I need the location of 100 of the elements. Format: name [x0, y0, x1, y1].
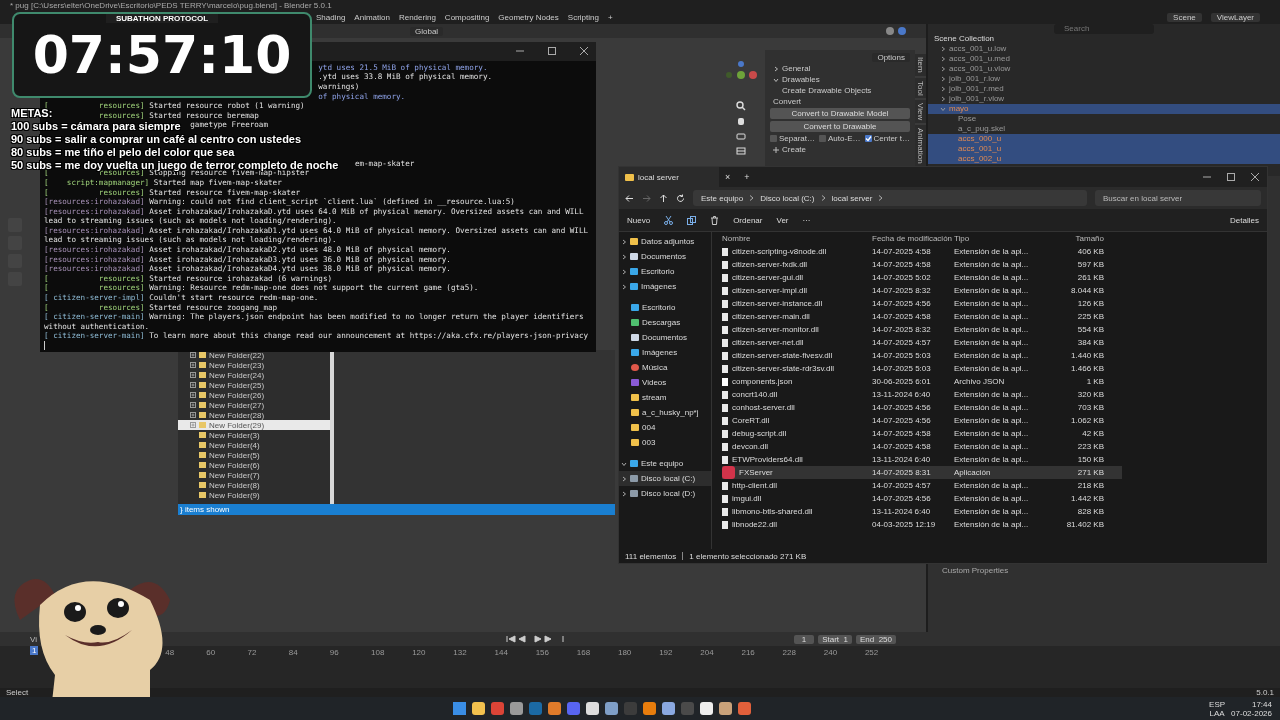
- workspace-tab[interactable]: Animation: [354, 13, 390, 22]
- checkbox[interactable]: [770, 135, 777, 142]
- app-icon[interactable]: [585, 702, 599, 715]
- folder-row[interactable]: New Folder(29): [178, 420, 330, 430]
- outliner-item[interactable]: jolb_001_r.low: [949, 74, 1001, 84]
- nav-item[interactable]: Documentos: [642, 333, 687, 342]
- frame-field[interactable]: 1: [793, 634, 815, 644]
- folder-row[interactable]: New Folder(6): [178, 460, 330, 470]
- file-row[interactable]: ETWProviders64.dll 13-11-2024 6:40 Extensión de la apl... 150 KB: [722, 453, 1122, 466]
- close-icon[interactable]: [1251, 173, 1259, 181]
- convert-button[interactable]: Convert to Drawable: [770, 121, 910, 132]
- nav-item[interactable]: Música: [642, 363, 668, 372]
- more-button[interactable]: ···: [802, 215, 811, 225]
- folder-row[interactable]: New Folder(28): [178, 410, 330, 420]
- new-tab-button[interactable]: +: [736, 172, 758, 182]
- column-header[interactable]: Fecha de modificación: [872, 234, 954, 243]
- folder-item[interactable]: New Folder(23): [209, 360, 265, 370]
- file-row[interactable]: libnode22.dll 04-03-2025 12:19 Extensión de la apl... 81.402 KB: [722, 518, 1122, 531]
- file-name[interactable]: citizen-server-state-rdr3sv.dll: [732, 364, 835, 373]
- app-icon[interactable]: [509, 702, 523, 715]
- folder-item[interactable]: New Folder(8): [209, 480, 260, 490]
- expand-icon[interactable]: [190, 412, 196, 418]
- file-name[interactable]: devcon.dll: [732, 442, 769, 451]
- chevron-icon[interactable]: [621, 238, 627, 245]
- chevron-icon[interactable]: [940, 86, 946, 92]
- file-row[interactable]: http-client.dll 14-07-2025 4:57 Extensión de la apl... 218 KB: [722, 479, 1122, 492]
- panel-header[interactable]: Drawables: [782, 75, 820, 84]
- sidebar-tab[interactable]: Animation: [915, 125, 926, 168]
- details-button[interactable]: Detalles: [1230, 215, 1259, 225]
- file-name[interactable]: CoreRT.dll: [732, 416, 770, 425]
- sidebar-tab[interactable]: Tool: [915, 77, 926, 99]
- column-header[interactable]: Tamaño: [1054, 234, 1104, 243]
- folder-item[interactable]: New Folder(9): [209, 490, 260, 500]
- outliner-item[interactable]: Pose: [958, 114, 977, 124]
- view-menu[interactable]: Vi: [30, 634, 37, 644]
- nav-item[interactable]: 004: [642, 423, 656, 432]
- breadcrumb-item[interactable]: Disco local (C:): [760, 193, 815, 203]
- folder-item[interactable]: New Folder(26): [209, 390, 265, 400]
- folder-item[interactable]: New Folder(5): [209, 450, 260, 460]
- breadcrumb-item[interactable]: local server: [831, 193, 873, 203]
- create-button[interactable]: Create: [782, 145, 806, 154]
- outliner-item[interactable]: accs_001_u.vlow: [949, 64, 1011, 74]
- outliner-row[interactable]: jolb_001_r.vlow: [928, 94, 1280, 104]
- file-row[interactable]: debug-script.dll 14-07-2025 4:58 Extensión de la apl... 42 KB: [722, 427, 1122, 440]
- close-icon[interactable]: [580, 47, 588, 56]
- outliner-item[interactable]: jolb_001_r.vlow: [949, 94, 1005, 104]
- folder-row[interactable]: New Folder(24): [178, 370, 330, 380]
- folder-tab[interactable]: local server: [619, 167, 719, 187]
- nav-item[interactable]: Videos: [642, 378, 667, 387]
- new-button[interactable]: Nuevo: [627, 215, 651, 225]
- folder-row[interactable]: New Folder(22): [178, 350, 330, 360]
- chevron-icon[interactable]: [773, 65, 779, 72]
- up-arrow-icon[interactable]: [659, 193, 668, 203]
- clock-date[interactable]: 07-02-2026: [1231, 708, 1272, 718]
- outliner-item[interactable]: jolb_001_r.med: [949, 84, 1004, 94]
- file-name[interactable]: citizen-server-monitor.dll: [732, 325, 819, 334]
- nav-item[interactable]: a_c_husky_np*j: [642, 408, 699, 417]
- workspace-tab[interactable]: Rendering: [398, 13, 436, 22]
- chevron-icon[interactable]: [621, 283, 627, 290]
- file-row[interactable]: CoreRT.dll 14-07-2025 4:56 Extensión de la apl... 1.062 KB: [722, 414, 1122, 427]
- app-icon[interactable]: [699, 702, 713, 715]
- nav-item[interactable]: Este equipo: [641, 459, 684, 468]
- nav-item[interactable]: Imágenes: [642, 348, 678, 357]
- file-row[interactable]: citizen-server-instance.dll 14-07-2025 4:56 Extensión de la apl... 126 KB: [722, 297, 1122, 310]
- outliner-item[interactable]: accs_001_u.med: [949, 54, 1010, 64]
- chevron-icon[interactable]: [621, 268, 627, 275]
- column-header[interactable]: Tipo: [954, 234, 1054, 243]
- file-name[interactable]: libnode22.dll: [732, 520, 777, 529]
- file-name[interactable]: citizen-server-gui.dll: [732, 273, 804, 282]
- folder-row[interactable]: New Folder(27): [178, 400, 330, 410]
- breadcrumb-item[interactable]: Este equipo: [701, 193, 744, 203]
- folder-row[interactable]: New Folder(8): [178, 480, 330, 490]
- chevron-icon[interactable]: [621, 490, 627, 497]
- file-name[interactable]: citizen-server-state-fivesv.dll: [732, 351, 833, 360]
- file-name[interactable]: debug-script.dll: [732, 429, 787, 438]
- layout-label[interactable]: LAA: [1209, 708, 1225, 718]
- refresh-icon[interactable]: [676, 193, 685, 203]
- file-name[interactable]: ETWProviders64.dll: [732, 455, 803, 464]
- file-name[interactable]: conhost-server.dll: [732, 403, 795, 412]
- nav-item[interactable]: Disco local (D:): [641, 489, 696, 498]
- outliner-item[interactable]: a_c_pug.skel: [958, 124, 1006, 134]
- nav-item[interactable]: Datos adjuntos: [641, 237, 695, 246]
- folder-item[interactable]: New Folder(24): [209, 370, 265, 380]
- file-row[interactable]: conhost-server.dll 14-07-2025 4:56 Extensión de la apl... 703 KB: [722, 401, 1122, 414]
- outliner-row[interactable]: Pose: [928, 114, 1280, 124]
- search-field[interactable]: Buscar en local server: [1095, 190, 1261, 206]
- file-row[interactable]: citizen-server-fxdk.dll 14-07-2025 4:58 Extensión de la apl... 597 KB: [722, 258, 1122, 271]
- zoom-icon[interactable]: [736, 101, 746, 111]
- folder-row[interactable]: New Folder(4): [178, 440, 330, 450]
- close-tab-button[interactable]: ×: [725, 172, 731, 182]
- file-name[interactable]: citizen-server-net.dll: [732, 338, 804, 347]
- chevron-icon[interactable]: [621, 253, 627, 260]
- start-frame-field[interactable]: Start 1: [818, 634, 852, 644]
- app-icon[interactable]: [604, 702, 618, 715]
- clock-time[interactable]: 17:44: [1251, 699, 1272, 709]
- orientation-dropdown[interactable]: Global: [410, 26, 444, 36]
- back-arrow-icon[interactable]: [625, 193, 634, 203]
- folder-item[interactable]: New Folder(27): [209, 400, 265, 410]
- file-row[interactable]: devcon.dll 14-07-2025 4:58 Extensión de la apl... 223 KB: [722, 440, 1122, 453]
- file-name[interactable]: citizen-server-main.dll: [732, 312, 810, 321]
